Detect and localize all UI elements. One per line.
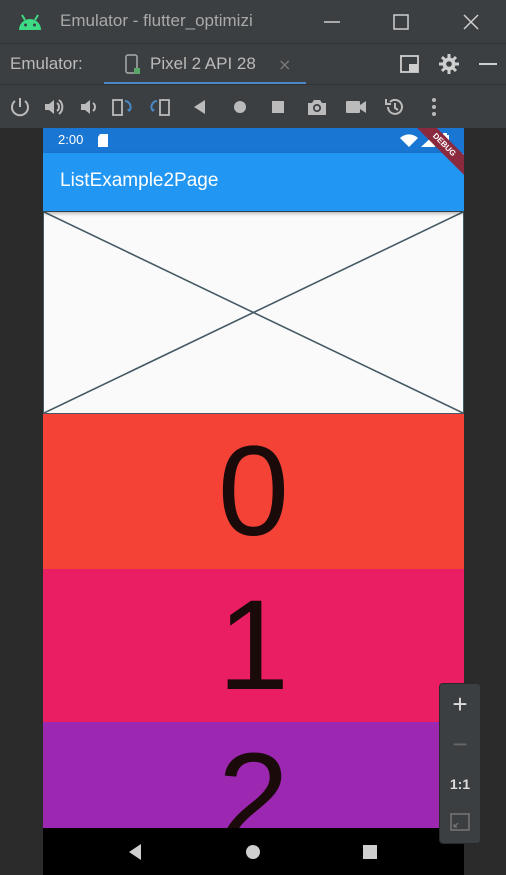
list-item-label: 2 bbox=[217, 727, 290, 828]
phone-screen[interactable]: 2:00 DEBUG ListExample2Page 0 1 2 bbox=[43, 128, 464, 875]
back-icon[interactable] bbox=[188, 95, 212, 119]
status-time: 2:00 bbox=[58, 132, 84, 147]
list-item[interactable]: 2 bbox=[43, 722, 464, 828]
list-item[interactable]: 0 bbox=[43, 414, 464, 569]
tab-label: Pixel 2 API 28 bbox=[150, 54, 256, 73]
zoom-out-button[interactable]: − bbox=[440, 726, 480, 762]
volume-up-icon[interactable] bbox=[42, 95, 66, 119]
list-item[interactable]: 1 bbox=[43, 569, 464, 722]
volume-down-icon[interactable] bbox=[76, 95, 100, 119]
image-placeholder bbox=[43, 211, 464, 414]
fit-screen-icon[interactable] bbox=[450, 812, 470, 832]
overview-icon[interactable] bbox=[266, 95, 290, 119]
wifi-icon bbox=[400, 134, 418, 147]
nav-overview-icon[interactable] bbox=[360, 842, 380, 862]
list-item-label: 1 bbox=[217, 574, 290, 717]
rotate-right-icon[interactable] bbox=[148, 95, 172, 119]
more-icon[interactable] bbox=[422, 95, 446, 119]
window-title: Emulator - flutter_optimizi bbox=[60, 11, 253, 30]
close-icon[interactable] bbox=[457, 8, 485, 36]
status-bar: 2:00 bbox=[43, 128, 464, 153]
window-mode-icon[interactable] bbox=[398, 52, 422, 76]
gear-icon[interactable] bbox=[437, 52, 461, 76]
nav-back-icon[interactable] bbox=[126, 842, 146, 862]
device-icon bbox=[125, 54, 140, 74]
maximize-icon[interactable] bbox=[387, 8, 415, 36]
hide-icon[interactable] bbox=[476, 52, 500, 76]
emulator-label: Emulator: bbox=[10, 54, 83, 73]
android-icon bbox=[19, 14, 41, 30]
emulator-tabbar: Emulator: Pixel 2 API 28 × bbox=[0, 43, 506, 85]
minimize-icon[interactable] bbox=[318, 8, 346, 36]
placeholder-cross-icon bbox=[43, 211, 464, 414]
actual-size-button[interactable]: 1:1 bbox=[440, 766, 480, 802]
emulator-toolbar bbox=[0, 84, 506, 128]
power-icon[interactable] bbox=[8, 95, 32, 119]
window-titlebar: Emulator - flutter_optimizi bbox=[0, 0, 506, 43]
video-icon[interactable] bbox=[344, 95, 368, 119]
snapshot-icon[interactable] bbox=[383, 95, 407, 119]
app-bar: ListExample2Page bbox=[43, 153, 464, 211]
list-item-label: 0 bbox=[217, 420, 290, 563]
home-icon[interactable] bbox=[228, 95, 252, 119]
rotate-left-icon[interactable] bbox=[110, 95, 134, 119]
page-title: ListExample2Page bbox=[60, 170, 219, 191]
system-nav-bar bbox=[43, 828, 464, 875]
zoom-in-button[interactable]: + bbox=[440, 686, 480, 722]
sd-card-icon bbox=[98, 134, 108, 147]
nav-home-icon[interactable] bbox=[243, 842, 263, 862]
camera-icon[interactable] bbox=[305, 95, 329, 119]
zoom-controls: + − 1:1 bbox=[439, 683, 481, 844]
tab-pixel-2[interactable]: Pixel 2 API 28 × bbox=[104, 44, 306, 85]
tab-close-icon[interactable]: × bbox=[278, 55, 291, 74]
